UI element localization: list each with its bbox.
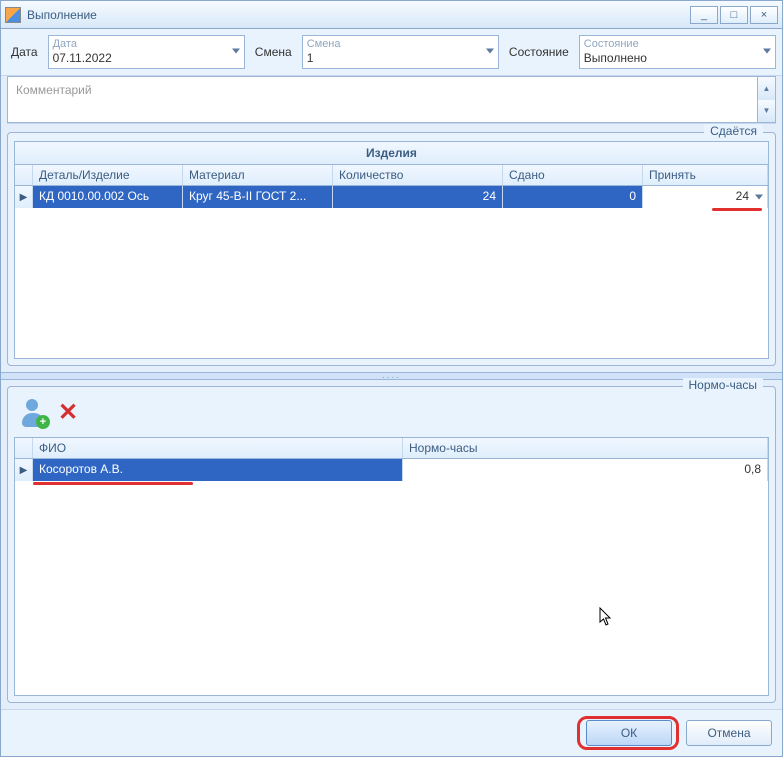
hours-header-row: ФИО Нормо-часы xyxy=(15,438,768,459)
fio-highlight xyxy=(33,482,193,485)
col-hours[interactable]: Нормо-часы xyxy=(403,438,768,458)
cell-fio: Косоротов А.В. xyxy=(33,459,403,481)
accept-highlight xyxy=(712,208,762,211)
cell-hours[interactable]: 0,8 xyxy=(403,459,768,481)
hours-empty-area xyxy=(15,481,768,695)
shift-top-label: Смена xyxy=(307,38,494,51)
scroll-up-icon[interactable]: ▲ xyxy=(758,77,775,100)
comment-row: Комментарий ▲ ▼ xyxy=(7,76,776,124)
state-label: Состояние xyxy=(505,35,573,69)
shift-value: 1 xyxy=(307,51,494,66)
shift-label: Смена xyxy=(251,35,296,69)
cell-part: КД 0010.00.002 Ось xyxy=(33,186,183,208)
comment-input[interactable]: Комментарий xyxy=(7,76,758,123)
col-fio[interactable]: ФИО xyxy=(33,438,403,458)
chevron-down-icon xyxy=(486,49,494,56)
products-group: Сдаётся Изделия Деталь/Изделие Материал … xyxy=(7,132,776,366)
chevron-down-icon xyxy=(232,49,240,56)
state-top-label: Состояние xyxy=(584,38,771,51)
col-qty[interactable]: Количество xyxy=(333,165,503,185)
add-user-button[interactable]: + xyxy=(20,399,48,427)
products-empty-area xyxy=(15,208,768,358)
date-value: 07.11.2022 xyxy=(53,51,240,66)
cancel-button[interactable]: Отмена xyxy=(686,720,772,746)
close-button[interactable]: × xyxy=(750,6,778,24)
products-legend: Сдаётся xyxy=(704,124,763,138)
products-title: Изделия xyxy=(15,142,768,165)
cell-qty: 24 xyxy=(333,186,503,208)
chevron-down-icon xyxy=(763,49,771,56)
date-label: Дата xyxy=(7,35,42,69)
shift-field[interactable]: Смена 1 xyxy=(302,35,499,69)
filter-bar: Дата Дата 07.11.2022 Смена Смена 1 Состо… xyxy=(1,29,782,76)
date-top-label: Дата xyxy=(53,38,240,51)
cell-done: 0 xyxy=(503,186,643,208)
row-indicator-header xyxy=(15,438,33,458)
state-value: Выполнено xyxy=(584,51,771,66)
row-indicator-icon: ▶ xyxy=(15,186,33,208)
col-done[interactable]: Сдано xyxy=(503,165,643,185)
window-title: Выполнение xyxy=(27,8,97,22)
products-table: Изделия Деталь/Изделие Материал Количест… xyxy=(14,141,769,359)
maximize-button[interactable]: □ xyxy=(720,6,748,24)
comment-scrollbar[interactable]: ▲ ▼ xyxy=(758,76,776,123)
products-header-row: Деталь/Изделие Материал Количество Сдано… xyxy=(15,165,768,186)
footer: ОК Отмена xyxy=(1,709,782,756)
app-icon xyxy=(5,7,21,23)
minimize-button[interactable]: _ xyxy=(690,6,718,24)
scroll-down-icon[interactable]: ▼ xyxy=(758,100,775,123)
col-accept[interactable]: Принять xyxy=(643,165,768,185)
ok-button[interactable]: ОК xyxy=(586,720,672,746)
row-indicator-header xyxy=(15,165,33,185)
date-field[interactable]: Дата 07.11.2022 xyxy=(48,35,245,69)
delete-button[interactable]: ✕ xyxy=(58,401,78,425)
splitter[interactable]: ···· xyxy=(1,372,782,380)
hours-row[interactable]: ▶ Косоротов А.В. 0,8 xyxy=(15,459,768,481)
col-material[interactable]: Материал xyxy=(183,165,333,185)
row-indicator-icon: ▶ xyxy=(15,459,33,481)
hours-legend: Нормо-часы xyxy=(683,378,763,392)
titlebar: Выполнение _ □ × xyxy=(1,1,782,29)
hours-toolbar: + ✕ xyxy=(14,395,769,437)
hours-group: Нормо-часы + ✕ ФИО Нормо-часы ▶ Косорото… xyxy=(7,386,776,703)
products-row[interactable]: ▶ КД 0010.00.002 Ось Круг 45-В-II ГОСТ 2… xyxy=(15,186,768,208)
cell-accept[interactable]: 24 xyxy=(643,186,768,208)
hours-table: ФИО Нормо-часы ▶ Косоротов А.В. 0,8 xyxy=(14,437,769,696)
cell-material: Круг 45-В-II ГОСТ 2... xyxy=(183,186,333,208)
chevron-down-icon xyxy=(755,195,763,200)
cell-accept-value: 24 xyxy=(736,189,749,203)
state-field[interactable]: Состояние Выполнено xyxy=(579,35,776,69)
col-part[interactable]: Деталь/Изделие xyxy=(33,165,183,185)
